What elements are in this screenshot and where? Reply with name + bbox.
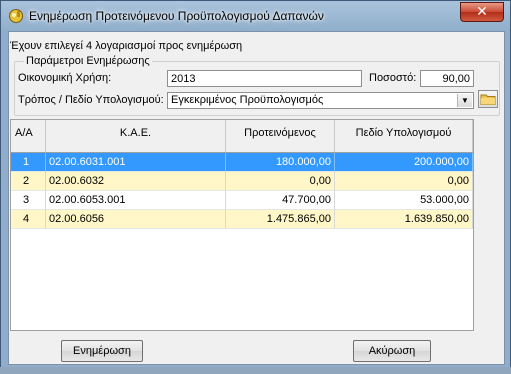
close-button[interactable]: ✕ <box>460 2 504 22</box>
method-select-value: Εγκεκριμένος Προϋπολογισμός <box>171 94 324 106</box>
table-row[interactable]: 3 02.00.6053.001 47.700,00 53.000,00 <box>11 191 473 210</box>
selection-info: Έχουν επιλεγεί 4 λογαριασμοί προς ενημέρ… <box>10 40 243 52</box>
cell-kae: 02.00.6032 <box>46 172 226 191</box>
cell-proposed: 1.475.865,00 <box>226 210 335 229</box>
cell-calc: 0,00 <box>335 172 473 191</box>
params-legend: Παράμετροι Ενημέρωσης <box>24 55 152 67</box>
cell-kae: 02.00.6053.001 <box>46 191 226 210</box>
app-icon <box>9 9 23 23</box>
method-select[interactable]: Εγκεκριμένος Προϋπολογισμός ▼ <box>167 92 474 109</box>
table-row[interactable]: 1 02.00.6031.001 180.000,00 200.000,00 <box>11 153 473 172</box>
cell-aa: 4 <box>11 210 46 229</box>
fiscal-year-label: Οικονομική Χρήση: <box>18 72 112 84</box>
chevron-down-icon[interactable]: ▼ <box>457 94 472 107</box>
col-header-kae[interactable]: Κ.Α.Ε. <box>46 120 226 152</box>
close-icon: ✕ <box>476 4 488 20</box>
update-button[interactable]: Ενημέρωση <box>61 340 143 362</box>
method-label: Τρόπος / Πεδίο Υπολογισμού: <box>18 94 164 106</box>
folder-button[interactable] <box>478 90 498 108</box>
percent-label: Ποσοστό: <box>369 72 417 84</box>
cell-proposed: 47.700,00 <box>226 191 335 210</box>
dialog-body: Έχουν επιλεγεί 4 λογαριασμοί προς ενημέρ… <box>8 31 505 365</box>
accounts-grid[interactable]: Α/Α Κ.Α.Ε. Προτεινόμενος Πεδίο Υπολογισμ… <box>10 119 474 331</box>
cell-proposed: 180.000,00 <box>226 153 335 172</box>
cell-calc: 200.000,00 <box>335 153 473 172</box>
cell-calc: 1.639.850,00 <box>335 210 473 229</box>
table-row[interactable]: 2 02.00.6032 0,00 0,00 <box>11 172 473 191</box>
col-header-proposed[interactable]: Προτεινόμενος <box>226 120 335 152</box>
grid-header: Α/Α Κ.Α.Ε. Προτεινόμενος Πεδίο Υπολογισμ… <box>11 120 473 153</box>
cell-aa: 1 <box>11 153 46 172</box>
percent-input[interactable] <box>420 70 474 87</box>
cell-aa: 3 <box>11 191 46 210</box>
cell-aa: 2 <box>11 172 46 191</box>
cell-kae: 02.00.6056 <box>46 210 226 229</box>
title-bar[interactable]: Ενημέρωση Προτεινόμενου Προϋπολογισμού Δ… <box>1 1 510 31</box>
background-strip <box>0 367 511 374</box>
cell-kae: 02.00.6031.001 <box>46 153 226 172</box>
folder-icon <box>480 94 496 105</box>
cell-calc: 53.000,00 <box>335 191 473 210</box>
cell-proposed: 0,00 <box>226 172 335 191</box>
window-title: Ενημέρωση Προτεινόμενου Προϋπολογισμού Δ… <box>29 9 324 23</box>
col-header-calc[interactable]: Πεδίο Υπολογισμού <box>335 120 473 152</box>
cancel-button[interactable]: Ακύρωση <box>353 340 431 362</box>
table-row[interactable]: 4 02.00.6056 1.475.865,00 1.639.850,00 <box>11 210 473 229</box>
fiscal-year-input[interactable] <box>167 70 362 87</box>
dialog-window: Ενημέρωση Προτεινόμενου Προϋπολογισμού Δ… <box>0 0 511 368</box>
col-header-aa[interactable]: Α/Α <box>11 120 46 152</box>
